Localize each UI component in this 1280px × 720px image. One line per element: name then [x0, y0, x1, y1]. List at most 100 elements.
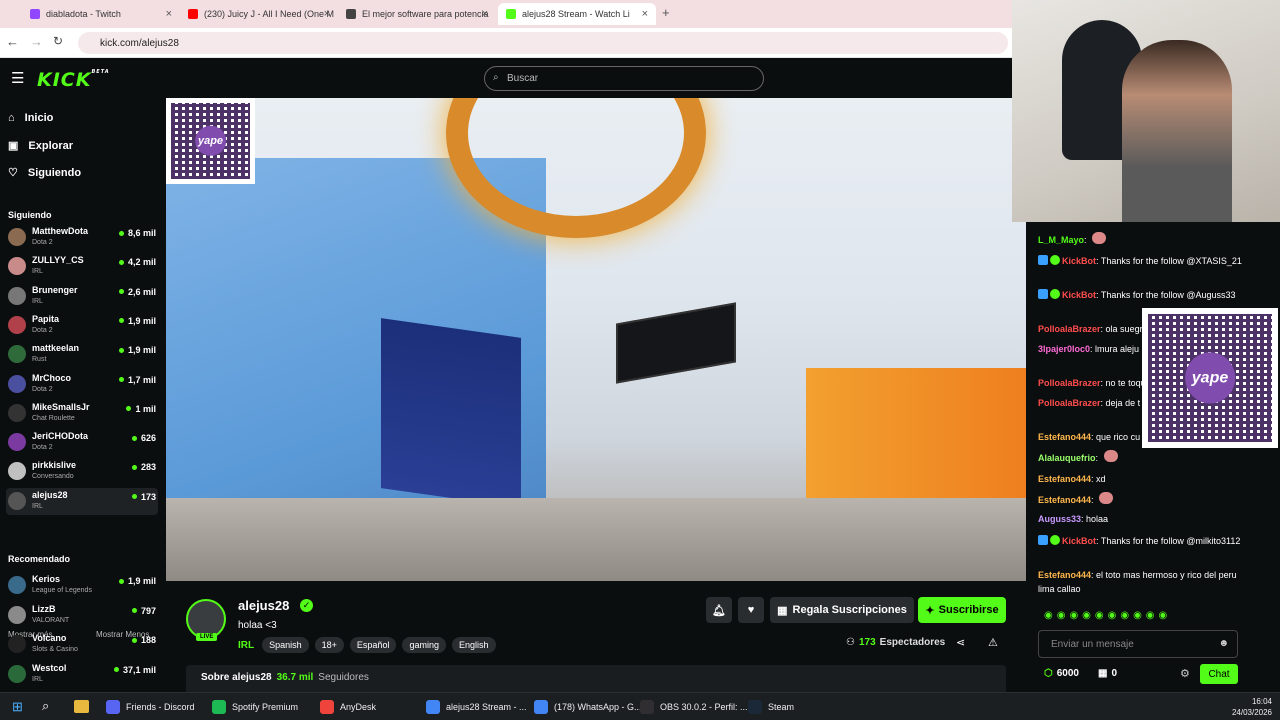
channel-name: pirkkislive: [32, 460, 77, 471]
chat-username[interactable]: PolloalaBrazer: [1038, 324, 1101, 334]
browser-tab-active[interactable]: alejus28 Stream - Watch Li ×: [498, 3, 656, 25]
webcam-scene: [1122, 40, 1232, 222]
close-icon[interactable]: ×: [324, 8, 330, 20]
sidebar-channel[interactable]: MikeSmallsJr Chat Roulette 1 mil: [6, 400, 158, 427]
browser-tab[interactable]: diabladota - Twitch ×: [22, 3, 180, 25]
video-player[interactable]: yape: [166, 98, 1026, 581]
points-display[interactable]: ⬡ 6000: [1044, 668, 1079, 679]
chat-message: Estefano444: xd: [1038, 474, 1106, 484]
chat-text: Thanks for the follow @milkito3112: [1100, 536, 1241, 546]
video-scene: [616, 302, 736, 384]
tag[interactable]: Español: [349, 637, 397, 653]
channel-name: Volcano: [32, 633, 67, 643]
new-tab-button[interactable]: +: [662, 5, 670, 20]
file-explorer-icon[interactable]: [74, 700, 89, 713]
app-icon: [534, 700, 548, 714]
taskbar-app[interactable]: Friends - Discord: [106, 698, 195, 716]
sidebar-channel[interactable]: ZULLYY_CS IRL 4,2 mil: [6, 253, 158, 280]
subscribe-button[interactable]: ✦ Suscribirse: [918, 597, 1006, 623]
sidebar-channel[interactable]: Westcol IRL 37,1 mil: [6, 661, 158, 688]
tag[interactable]: gaming: [402, 637, 446, 653]
sidebar-channel[interactable]: Kerios League of Legends 1,9 mil: [6, 572, 158, 599]
chat-username[interactable]: L_M_Mayo: [1038, 235, 1084, 245]
taskbar-app[interactable]: Steam: [748, 698, 794, 716]
avatar: [8, 374, 26, 393]
sidebar-channel[interactable]: Papita Dota 2 1,9 mil: [6, 312, 158, 339]
live-dot-icon: [131, 435, 137, 441]
gift-subs-button[interactable]: ▦ Regala Suscripciones: [770, 597, 914, 623]
taskbar-app[interactable]: OBS 30.0.2 - Perfil: ...: [640, 698, 748, 716]
chat-username[interactable]: Estefano444: [1038, 474, 1091, 484]
sidebar-channel[interactable]: JeriCHODota Dota 2 626: [6, 429, 158, 456]
taskbar-app[interactable]: alejus28 Stream - ...: [426, 698, 527, 716]
category-link[interactable]: IRL: [238, 640, 254, 651]
search-input[interactable]: ⌕ Buscar: [484, 66, 764, 91]
taskbar-app[interactable]: Spotify Premium: [212, 698, 298, 716]
sidebar-channel[interactable]: LizzB VALORANT 797: [6, 602, 158, 629]
nav-following[interactable]: ♡ Siguiendo: [8, 166, 81, 180]
stream-info: LIVE alejus28 ✓ holaa <3 IRL Spanish 18+…: [166, 581, 1026, 692]
sidebar-channel[interactable]: Brunenger IRL 2,6 mil: [6, 283, 158, 310]
tag[interactable]: Spanish: [262, 637, 309, 653]
menu-icon[interactable]: ☰: [11, 69, 24, 87]
tag[interactable]: English: [451, 637, 496, 653]
viewer-count: 1,9 mil: [118, 576, 156, 586]
share-icon[interactable]: ⋖: [956, 636, 965, 649]
sidebar-channel[interactable]: alejus28 IRL 173: [6, 487, 158, 515]
nav-explore[interactable]: ▣ Explorar: [8, 139, 73, 153]
chat-message: Estefano444: el toto mas hermoso y rico …: [1038, 570, 1237, 594]
close-icon[interactable]: ×: [166, 8, 172, 20]
search-icon[interactable]: ⌕: [42, 698, 49, 714]
chat-username[interactable]: Estefano444: [1038, 570, 1091, 580]
notification-button[interactable]: 🔔︎: [706, 597, 732, 623]
channel-name: alejus28: [32, 489, 68, 500]
settings-icon[interactable]: ⚙: [1180, 667, 1190, 680]
emote-bar[interactable]: ◉◉◉◉◉◉◉◉◉◉: [1044, 610, 1171, 621]
chat-username[interactable]: PolloalaBrazer: [1038, 398, 1101, 408]
send-chat-button[interactable]: Chat: [1200, 664, 1238, 684]
nav-home[interactable]: ⌂ Inicio: [8, 112, 53, 124]
sidebar-channel[interactable]: pirkkislive Conversando 283: [6, 458, 158, 485]
sidebar-channel[interactable]: Volcano Slots & Casino 188: [6, 631, 158, 658]
kick-icon: [506, 9, 516, 19]
kick-logo[interactable]: KICKBETA: [37, 69, 110, 91]
report-icon[interactable]: ⚠: [988, 636, 998, 649]
close-icon[interactable]: ×: [642, 8, 648, 20]
follow-button[interactable]: ♥: [738, 597, 764, 623]
windows-start-icon[interactable]: ⊞: [12, 699, 23, 715]
browser-tab[interactable]: El mejor software para potencia ×: [338, 3, 496, 25]
browser-tab[interactable]: (230) Juicy J - All I Need (One M ×: [180, 3, 338, 25]
taskbar-app[interactable]: (178) WhatsApp - G...: [534, 698, 642, 716]
url-input[interactable]: kick.com/alejus28: [78, 32, 1008, 54]
back-icon[interactable]: ←: [6, 34, 19, 49]
chat-username[interactable]: Estefano444: [1038, 432, 1091, 442]
system-clock[interactable]: 16:04 24/03/2026: [1232, 696, 1272, 718]
chat-input[interactable]: Enviar un mensaje ☻: [1038, 630, 1238, 658]
reload-icon[interactable]: ↻: [53, 34, 63, 48]
tag[interactable]: 18+: [314, 637, 344, 653]
avatar: [8, 664, 26, 683]
sidebar-channel[interactable]: mattkeelan Rust 1,9 mil: [6, 341, 158, 368]
gifts-display[interactable]: ▦ 0: [1098, 668, 1117, 679]
chat-username[interactable]: KickBot: [1062, 536, 1096, 546]
forward-icon[interactable]: →: [30, 34, 43, 49]
sidebar-channel[interactable]: MrChoco Dota 2 1,7 mil: [6, 371, 158, 398]
taskbar-app[interactable]: AnyDesk: [320, 698, 376, 716]
live-dot-icon: [118, 347, 124, 353]
chat-username[interactable]: PolloalaBrazer: [1038, 378, 1101, 388]
viewer-count: 37,1 mil: [113, 665, 156, 675]
channel-category: Rust: [32, 356, 47, 364]
chat-username[interactable]: Estefano444: [1038, 495, 1091, 505]
sidebar-channel[interactable]: MatthewDota Dota 2 8,6 mil: [6, 224, 158, 251]
close-icon[interactable]: ×: [482, 8, 488, 20]
chat-username[interactable]: 3lpajer0loc0: [1038, 344, 1090, 354]
channel-name: LizzB: [32, 603, 56, 614]
chat-username[interactable]: KickBot: [1062, 256, 1096, 266]
chat-username[interactable]: Alalauquefrio: [1038, 453, 1096, 463]
chat-username[interactable]: KickBot: [1062, 290, 1096, 300]
emoji-icon[interactable]: ☻: [1218, 638, 1229, 649]
channel-name[interactable]: alejus28: [238, 598, 289, 613]
avatar: [8, 286, 26, 305]
viewer-count: 1,9 mil: [118, 316, 156, 326]
chat-username[interactable]: Auguss33: [1038, 514, 1081, 524]
